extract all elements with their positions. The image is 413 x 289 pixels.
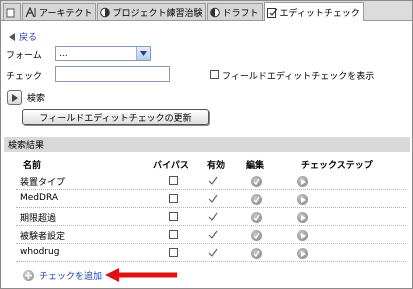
edit-icon[interactable] [251, 194, 262, 205]
edit-icon[interactable] [251, 212, 262, 223]
annotation-arrow-icon [105, 268, 177, 282]
table-row: MedDRA [16, 190, 406, 208]
checkmark-icon [208, 194, 218, 203]
tab-label: プロジェクト練習治験 [112, 8, 203, 19]
column-active: 有効 [207, 161, 226, 171]
edit-check-window: アーキテクト プロジェクト練習治験 ドラフト エディットチェック 戻る フォーム… [0, 0, 413, 289]
table-row: 期限超過 [16, 208, 406, 226]
check-input[interactable] [55, 66, 170, 82]
form-label: フォーム [6, 51, 42, 61]
chevron-down-icon[interactable] [136, 47, 150, 60]
tab-label: ドラフト [222, 8, 259, 19]
tab-project[interactable]: プロジェクト練習治験 [97, 3, 207, 20]
update-field-edit-checks-button[interactable]: フィールドエディットチェックの更新 [22, 109, 209, 125]
draft-icon [210, 7, 221, 17]
add-icon [23, 270, 34, 281]
play-icon[interactable] [297, 248, 308, 259]
tab-label: エディットチェック [279, 8, 360, 19]
play-icon[interactable] [297, 176, 308, 187]
results-title: 検索結果 [8, 141, 45, 151]
row-name: whodrug [20, 247, 60, 257]
bypass-checkbox[interactable] [169, 176, 178, 185]
tab-draft[interactable]: ドラフト [207, 3, 263, 20]
back-arrow-icon [9, 32, 15, 41]
tab-edit-check[interactable]: エディットチェック [263, 2, 364, 21]
tab-bar: アーキテクト プロジェクト練習治験 ドラフト エディットチェック [1, 1, 412, 21]
bypass-checkbox[interactable] [169, 248, 178, 257]
table-row: 装置タイプ [16, 172, 406, 190]
row-name: 被験者設定 [20, 232, 66, 242]
table-row: whodrug [16, 244, 406, 262]
checkmark-icon [208, 176, 218, 185]
row-name: 期限超過 [20, 214, 57, 224]
results-section-header: 検索結果 [4, 137, 410, 152]
checkmark-icon [208, 230, 218, 239]
checkmark-icon [208, 212, 218, 221]
play-icon[interactable] [297, 230, 308, 241]
back-link[interactable]: 戻る [9, 30, 37, 43]
bypass-checkbox[interactable] [169, 212, 178, 221]
checkmark-icon [208, 248, 218, 257]
column-check-steps: チェックステップ [301, 161, 373, 171]
project-icon [100, 7, 111, 17]
play-icon[interactable] [297, 194, 308, 205]
tab-label: アーキテクト [39, 8, 93, 19]
search-row: 検索 [7, 90, 45, 105]
bypass-checkbox[interactable] [169, 230, 178, 239]
edit-icon[interactable] [251, 176, 262, 187]
add-check-label[interactable]: チェックを追加 [39, 269, 102, 282]
back-label[interactable]: 戻る [19, 30, 37, 43]
column-name: 名前 [23, 161, 42, 171]
edit-icon[interactable] [251, 230, 262, 241]
column-edit: 編集 [246, 161, 265, 171]
show-field-edit-checks-label: フィールドエディットチェックを表示 [222, 72, 375, 82]
show-field-edit-checks-checkbox[interactable] [210, 70, 219, 79]
edit-icon[interactable] [251, 248, 262, 259]
row-name: 装置タイプ [20, 178, 66, 188]
row-name: MedDRA [20, 193, 58, 203]
bypass-checkbox[interactable] [169, 194, 178, 203]
check-label: チェック [6, 72, 43, 82]
tab-home[interactable] [3, 3, 21, 20]
edit-check-icon [266, 7, 277, 18]
play-icon[interactable] [297, 212, 308, 223]
add-check-link[interactable]: チェックを追加 [23, 269, 102, 282]
column-bypass: バイパス [153, 161, 189, 171]
tab-architect[interactable]: アーキテクト [22, 3, 97, 20]
architect-icon [25, 6, 36, 17]
search-play-icon[interactable] [7, 90, 22, 105]
form-select[interactable]: ... [55, 46, 151, 61]
form-select-value: ... [59, 48, 68, 59]
search-label: 検索 [27, 94, 46, 104]
table-row: 被験者設定 [16, 226, 406, 244]
home-icon [6, 8, 15, 17]
